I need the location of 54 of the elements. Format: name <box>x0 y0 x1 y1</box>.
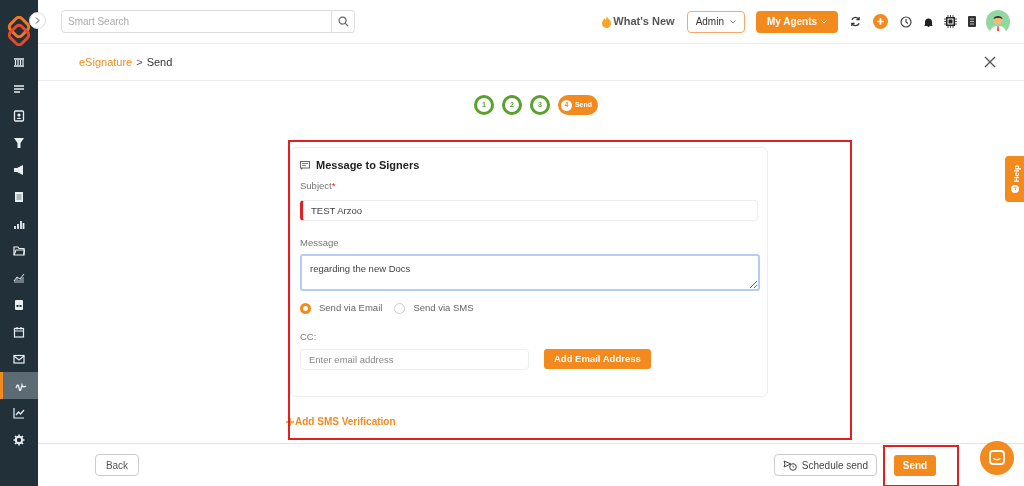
refresh-icon[interactable] <box>850 16 861 27</box>
radio-option[interactable]: Send via Email <box>300 301 383 316</box>
clock-icon[interactable] <box>900 15 912 28</box>
calendar-icon <box>13 325 25 338</box>
caret-icon <box>821 19 828 24</box>
field-label: CC: <box>300 331 317 343</box>
clock-send-icon <box>782 459 797 471</box>
breadcrumb-current: Send <box>146 54 173 70</box>
sheet-icon <box>13 190 25 203</box>
logo-icon <box>6 16 32 46</box>
avatar-icon[interactable] <box>986 9 1010 34</box>
search-icon[interactable] <box>337 16 349 27</box>
add-sms-verification-link[interactable]: Add SMS Verification <box>295 414 396 429</box>
agents-button[interactable]: My Agents <box>756 10 838 33</box>
search-field[interactable]: Smart Search <box>61 10 332 33</box>
chip-icon[interactable] <box>944 15 957 28</box>
radio-option[interactable]: Send via SMS <box>394 301 474 316</box>
list-icon <box>13 82 25 95</box>
message-icon <box>300 160 310 170</box>
breadcrumb-link[interactable]: eSignature <box>79 53 133 71</box>
breadcrumb-separator: > <box>136 54 143 70</box>
document-icon[interactable] <box>968 16 976 27</box>
message-field[interactable]: regarding the new Docs <box>300 254 760 291</box>
role-dropdown[interactable]: Admin <box>686 10 745 33</box>
schedule-send-button[interactable]: Schedule send <box>773 454 877 476</box>
help-tab[interactable]: Help <box>1005 156 1024 202</box>
megaphone-icon <box>13 163 25 176</box>
field-label: Subject* <box>300 179 336 191</box>
card-title: Message to Signers <box>316 158 420 173</box>
contact-card-icon <box>13 109 25 122</box>
radio-button[interactable] <box>300 302 311 314</box>
close-icon[interactable] <box>984 56 996 68</box>
area-chart-icon <box>13 271 25 284</box>
line-chart-icon <box>13 406 25 419</box>
email-field[interactable]: Enter email address <box>300 348 529 370</box>
search-button[interactable] <box>332 10 355 33</box>
folder-icon <box>13 244 25 257</box>
flame-icon <box>602 15 612 28</box>
send-button[interactable]: Send <box>894 454 936 476</box>
funnel-icon <box>13 136 25 149</box>
help-icon <box>1010 184 1019 193</box>
chevron-icon <box>35 17 40 24</box>
bell-icon[interactable] <box>924 16 933 27</box>
add-email-button[interactable]: Add Email Address <box>544 349 651 369</box>
field-label: Message <box>300 236 339 248</box>
mail-icon <box>13 352 25 365</box>
bank-icon <box>13 55 25 68</box>
whats-new-link[interactable]: What's New <box>613 13 675 30</box>
back-button[interactable]: Back <box>95 454 139 476</box>
caret-icon <box>730 19 736 24</box>
calculator-icon <box>13 298 25 311</box>
plus-icon[interactable] <box>286 417 294 426</box>
settings-icon <box>13 433 25 446</box>
subject-field[interactable]: TEST Arzoo <box>300 199 758 221</box>
